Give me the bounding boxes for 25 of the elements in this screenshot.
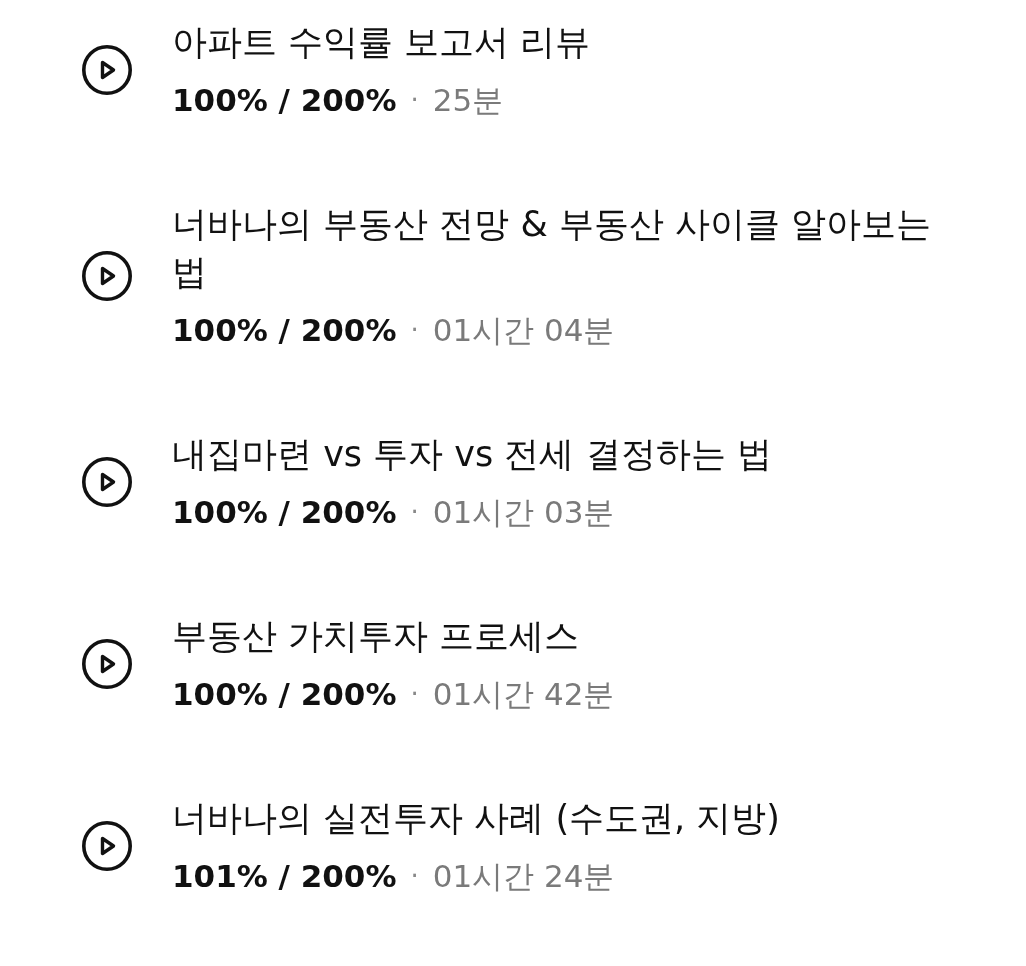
lecture-duration: 01시간 42분 (432, 676, 615, 712)
lecture-title: 너바나의 부동산 전망 & 부동산 사이클 알아보는 법 (172, 203, 933, 294)
percent-ratio-text: 100% / 200% (172, 82, 397, 118)
lecture-duration: 25분 (432, 82, 504, 118)
separator: · (410, 678, 419, 711)
percent-ratio-text: 101% / 200% (172, 858, 397, 894)
lecture-duration: 01시간 03분 (432, 494, 615, 530)
percent-ratio-text: 100% / 200% (172, 494, 397, 530)
lecture-title: 아파트 수익률 보고서 리뷰 (172, 21, 592, 64)
separator: · (410, 496, 419, 529)
play-icon[interactable] (82, 456, 132, 507)
lecture-title: 내집마련 vs 투자 vs 전세 결정하는 법 (172, 433, 773, 476)
play-icon[interactable] (82, 250, 132, 301)
play-icon[interactable] (82, 820, 132, 871)
play-icon[interactable] (82, 638, 132, 689)
percent-ratio-text: 100% / 200% (172, 312, 397, 348)
lecture-title: 부동산 가치투자 프로세스 (172, 615, 581, 658)
play-icon[interactable] (82, 44, 132, 95)
lecture-title: 너바나의 실전투자 사례 (수도권, 지방) (172, 797, 781, 840)
separator: · (410, 84, 419, 117)
percent-ratio-text: 100% / 200% (172, 676, 397, 712)
separator: · (410, 860, 419, 893)
lecture-duration: 01시간 24분 (432, 858, 615, 894)
lecture-duration: 01시간 04분 (432, 312, 615, 348)
separator: · (410, 314, 419, 347)
